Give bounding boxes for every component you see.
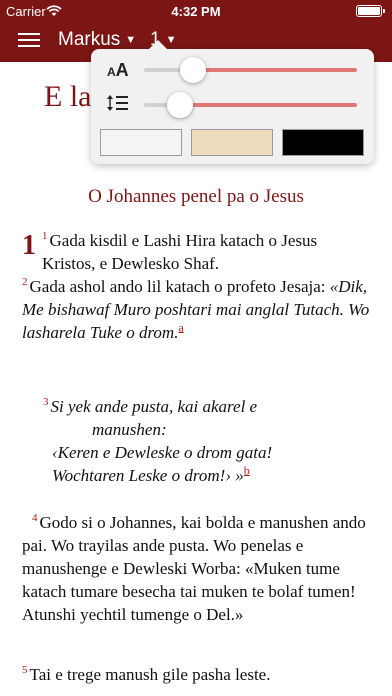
- verse-number: 2: [22, 276, 28, 289]
- poetry-line: ‹Keren e Dewleske o drom gata!: [52, 443, 273, 462]
- status-bar: Carrier 4:32 PM: [0, 0, 392, 22]
- verse-number: 4: [32, 512, 38, 525]
- chevron-down-icon: ▼: [165, 34, 177, 46]
- reading-settings-popup: AA: [91, 40, 374, 164]
- font-size-slider[interactable]: [144, 57, 357, 83]
- font-size-icon: AA: [107, 60, 129, 80]
- verse-number: 5: [22, 664, 28, 677]
- menu-icon[interactable]: [18, 31, 42, 49]
- verse-number: 3: [43, 396, 49, 409]
- book-selector[interactable]: Markus ▼: [58, 29, 136, 51]
- verse-text: Gada ashol ando lil katach o profeto Jes…: [29, 277, 330, 296]
- theme-light-button[interactable]: [100, 129, 182, 156]
- section-title: O Johannes penel pa o Jesus: [88, 186, 304, 207]
- verse-text: Godo si o Johannes, kai bolda e manushen…: [22, 513, 366, 624]
- poetry-line: manushen:: [92, 420, 167, 439]
- verse-2: 2 Gada ashol ando lil katach o profeto Je…: [22, 275, 374, 344]
- line-spacing-slider-thumb[interactable]: [167, 92, 194, 118]
- line-spacing-slider[interactable]: [144, 92, 357, 118]
- status-time: 4:32 PM: [171, 4, 221, 19]
- battery-icon: [356, 5, 385, 17]
- verse-1: 1 1 Gada kisdil e Lashi Hira katach o Jesu…: [22, 229, 374, 275]
- verse-3: 3 Si yek ande pusta, kai akarel e manushe…: [43, 395, 373, 487]
- slider-track-max: [192, 68, 357, 72]
- chapter-number-dropcap: 1: [22, 230, 36, 261]
- theme-dark-button[interactable]: [282, 129, 364, 156]
- slider-track-max: [180, 103, 357, 107]
- book-name: Markus: [58, 29, 121, 50]
- verse-5: 5 Tai e trege manush gile pasha leste.: [22, 663, 374, 686]
- theme-sepia-button[interactable]: [191, 129, 273, 156]
- verse-4: 4 Godo si o Johannes, kai bolda e manushe…: [22, 511, 374, 626]
- verse-number: 1: [42, 230, 48, 243]
- verse-text: Gada kisdil e Lashi Hira katach o Jesus …: [42, 231, 318, 273]
- line-spacing-icon: [107, 95, 128, 111]
- poetry-line: Wochtaren Leske o drom!› »: [52, 466, 244, 485]
- footnote-link[interactable]: a: [178, 320, 183, 334]
- poetry-line: Si yek ande pusta, kai akarel e: [50, 397, 258, 416]
- footnote-link[interactable]: b: [244, 463, 250, 477]
- chevron-down-icon: ▼: [125, 34, 137, 46]
- chapter-heading: E la: [44, 80, 92, 113]
- font-size-slider-thumb[interactable]: [179, 57, 206, 83]
- verse-text: Tai e trege manush gile pasha leste.: [29, 665, 271, 684]
